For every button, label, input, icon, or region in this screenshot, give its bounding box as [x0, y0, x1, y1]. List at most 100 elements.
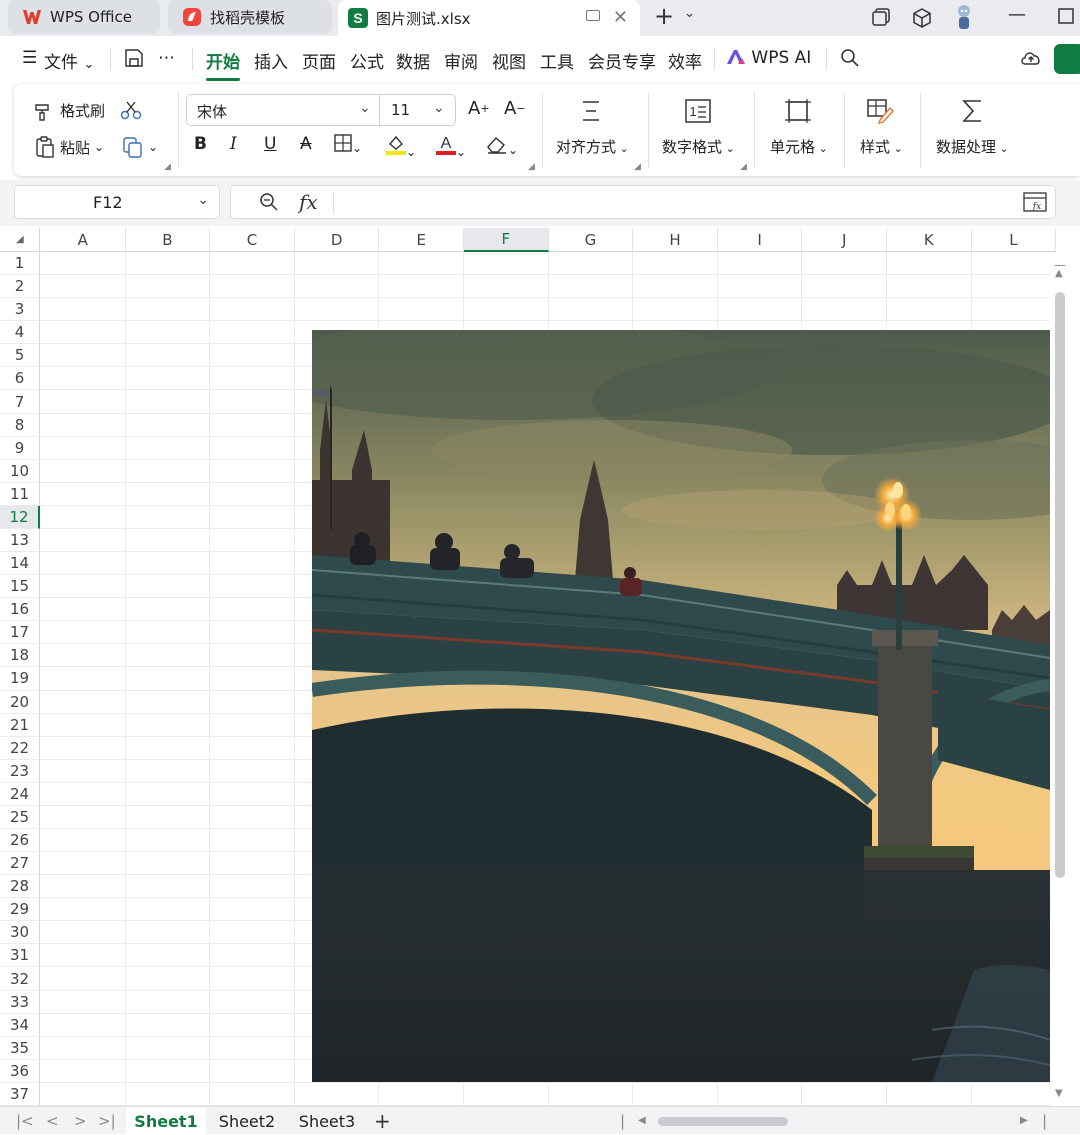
- font-expand-icon[interactable]: ◢: [528, 162, 535, 172]
- chevron-down-icon[interactable]: ⌄: [433, 100, 445, 116]
- column-header-l[interactable]: L: [971, 228, 1057, 252]
- row-header[interactable]: 6: [0, 367, 40, 391]
- row-header[interactable]: 15: [0, 575, 40, 599]
- column-header-g[interactable]: G: [548, 228, 634, 252]
- row-header[interactable]: 14: [0, 552, 40, 576]
- row-header[interactable]: 11: [0, 482, 40, 506]
- tab-efficiency[interactable]: 效率: [668, 48, 702, 73]
- row-header[interactable]: 36: [0, 1059, 40, 1083]
- prev-sheet-icon[interactable]: <: [46, 1112, 59, 1130]
- italic-button[interactable]: I: [230, 134, 237, 154]
- column-header-f[interactable]: F: [464, 228, 549, 252]
- sheet-tab-2[interactable]: Sheet2: [208, 1107, 286, 1135]
- new-tab-icon[interactable]: +: [654, 4, 674, 28]
- row-header[interactable]: 29: [0, 898, 40, 922]
- share-button[interactable]: [1054, 44, 1080, 74]
- maximize-icon[interactable]: [1058, 8, 1074, 28]
- tab-insert[interactable]: 插入: [254, 48, 288, 73]
- data-processing-button[interactable]: 数据处理 ⌄: [936, 136, 1009, 157]
- align-expand-icon[interactable]: ◢: [634, 162, 641, 172]
- row-header[interactable]: 23: [0, 759, 40, 783]
- row-header[interactable]: 37: [0, 1082, 40, 1106]
- row-header[interactable]: 12: [0, 505, 40, 529]
- row-header[interactable]: 32: [0, 967, 40, 991]
- menu-file[interactable]: 文件 ⌄: [44, 48, 94, 73]
- number-expand-icon[interactable]: ◢: [740, 162, 747, 172]
- more-icon[interactable]: ⋯: [158, 48, 175, 68]
- bold-button[interactable]: B: [194, 134, 207, 154]
- row-header[interactable]: 1: [0, 252, 40, 276]
- tab-member[interactable]: 会员专享: [588, 48, 656, 73]
- sheet-tab-1[interactable]: Sheet1: [126, 1107, 206, 1135]
- close-tab-icon[interactable]: ✕: [613, 7, 628, 28]
- tab-tools[interactable]: 工具: [540, 48, 574, 73]
- font-color-button[interactable]: A ⌄: [436, 134, 466, 161]
- first-sheet-icon[interactable]: |<: [16, 1112, 34, 1130]
- scroll-down-icon[interactable]: ▼: [1055, 1088, 1063, 1099]
- row-header[interactable]: 7: [0, 390, 40, 414]
- row-header[interactable]: 9: [0, 436, 40, 460]
- chevron-down-icon[interactable]: ⌄: [359, 100, 371, 116]
- font-selector[interactable]: 宋体 ⌄ 11 ⌄: [186, 94, 456, 126]
- cube-icon[interactable]: [912, 8, 932, 32]
- row-header[interactable]: 28: [0, 875, 40, 899]
- column-header-j[interactable]: J: [802, 228, 887, 252]
- border-button[interactable]: ⌄: [334, 134, 362, 157]
- clipboard-expand-icon[interactable]: ◢: [164, 162, 171, 172]
- tab-data[interactable]: 数据: [396, 48, 430, 73]
- row-header[interactable]: 22: [0, 736, 40, 760]
- copy-button[interactable]: ⌄: [122, 136, 158, 158]
- row-header[interactable]: 25: [0, 805, 40, 829]
- restore-icon[interactable]: [872, 8, 890, 30]
- cell-button[interactable]: 单元格 ⌄: [770, 136, 828, 157]
- minimize-icon[interactable]: —: [1008, 4, 1026, 25]
- increase-font-icon[interactable]: A +: [468, 98, 490, 119]
- row-header[interactable]: 34: [0, 1013, 40, 1037]
- paste-button[interactable]: 粘贴 ⌄: [34, 136, 104, 158]
- save-icon[interactable]: [124, 48, 144, 73]
- font-size-value[interactable]: 11: [391, 101, 410, 119]
- horizontal-scroll-thumb[interactable]: [658, 1117, 788, 1126]
- tab-review[interactable]: 审阅: [444, 48, 478, 73]
- column-header-e[interactable]: E: [379, 228, 464, 252]
- last-sheet-icon[interactable]: >|: [98, 1112, 116, 1130]
- column-header-c[interactable]: C: [210, 228, 295, 252]
- zoom-formula-icon[interactable]: [259, 192, 279, 216]
- style-button[interactable]: 样式 ⌄: [860, 136, 903, 157]
- row-header[interactable]: 5: [0, 344, 40, 368]
- row-header[interactable]: 13: [0, 528, 40, 553]
- inserted-photo-bridge[interactable]: [312, 330, 1050, 1082]
- function-wizard-icon[interactable]: fx: [1023, 190, 1047, 218]
- decrease-font-icon[interactable]: A −: [504, 98, 526, 119]
- sheet-tab-3[interactable]: Sheet3: [288, 1107, 366, 1135]
- row-header[interactable]: 20: [0, 690, 40, 714]
- chevron-down-icon[interactable]: ⌄: [684, 6, 695, 21]
- row-header[interactable]: 4: [0, 321, 40, 345]
- row-header[interactable]: 2: [0, 275, 40, 299]
- scroll-up-icon[interactable]: ▲: [1055, 268, 1063, 279]
- row-header[interactable]: 31: [0, 944, 40, 968]
- column-header-a[interactable]: A: [41, 228, 126, 252]
- row-header[interactable]: 17: [0, 621, 40, 645]
- row-header[interactable]: 24: [0, 782, 40, 806]
- clear-format-button[interactable]: ⌄: [486, 134, 518, 159]
- avatar[interactable]: [952, 3, 976, 35]
- row-header[interactable]: 26: [0, 829, 40, 853]
- row-header[interactable]: 27: [0, 852, 40, 876]
- tab-page[interactable]: 页面: [302, 48, 336, 73]
- wps-ai-button[interactable]: WPS AI: [726, 48, 811, 68]
- scroll-left-icon[interactable]: ◀: [638, 1115, 646, 1126]
- row-header[interactable]: 19: [0, 667, 40, 691]
- row-header[interactable]: 8: [0, 413, 40, 437]
- add-sheet-icon[interactable]: +: [374, 1109, 391, 1133]
- vertical-scrollbar[interactable]: — ▲ ▼: [1050, 252, 1070, 1106]
- monitor-icon[interactable]: [586, 10, 600, 21]
- chevron-down-icon[interactable]: ⌄: [197, 192, 209, 208]
- row-header[interactable]: 35: [0, 1036, 40, 1060]
- tab-view[interactable]: 视图: [492, 48, 526, 73]
- row-header[interactable]: 10: [0, 459, 40, 483]
- row-header[interactable]: 3: [0, 298, 40, 322]
- cut-icon[interactable]: [120, 100, 142, 120]
- row-header[interactable]: 30: [0, 921, 40, 945]
- tab-home[interactable]: 开始: [206, 48, 240, 81]
